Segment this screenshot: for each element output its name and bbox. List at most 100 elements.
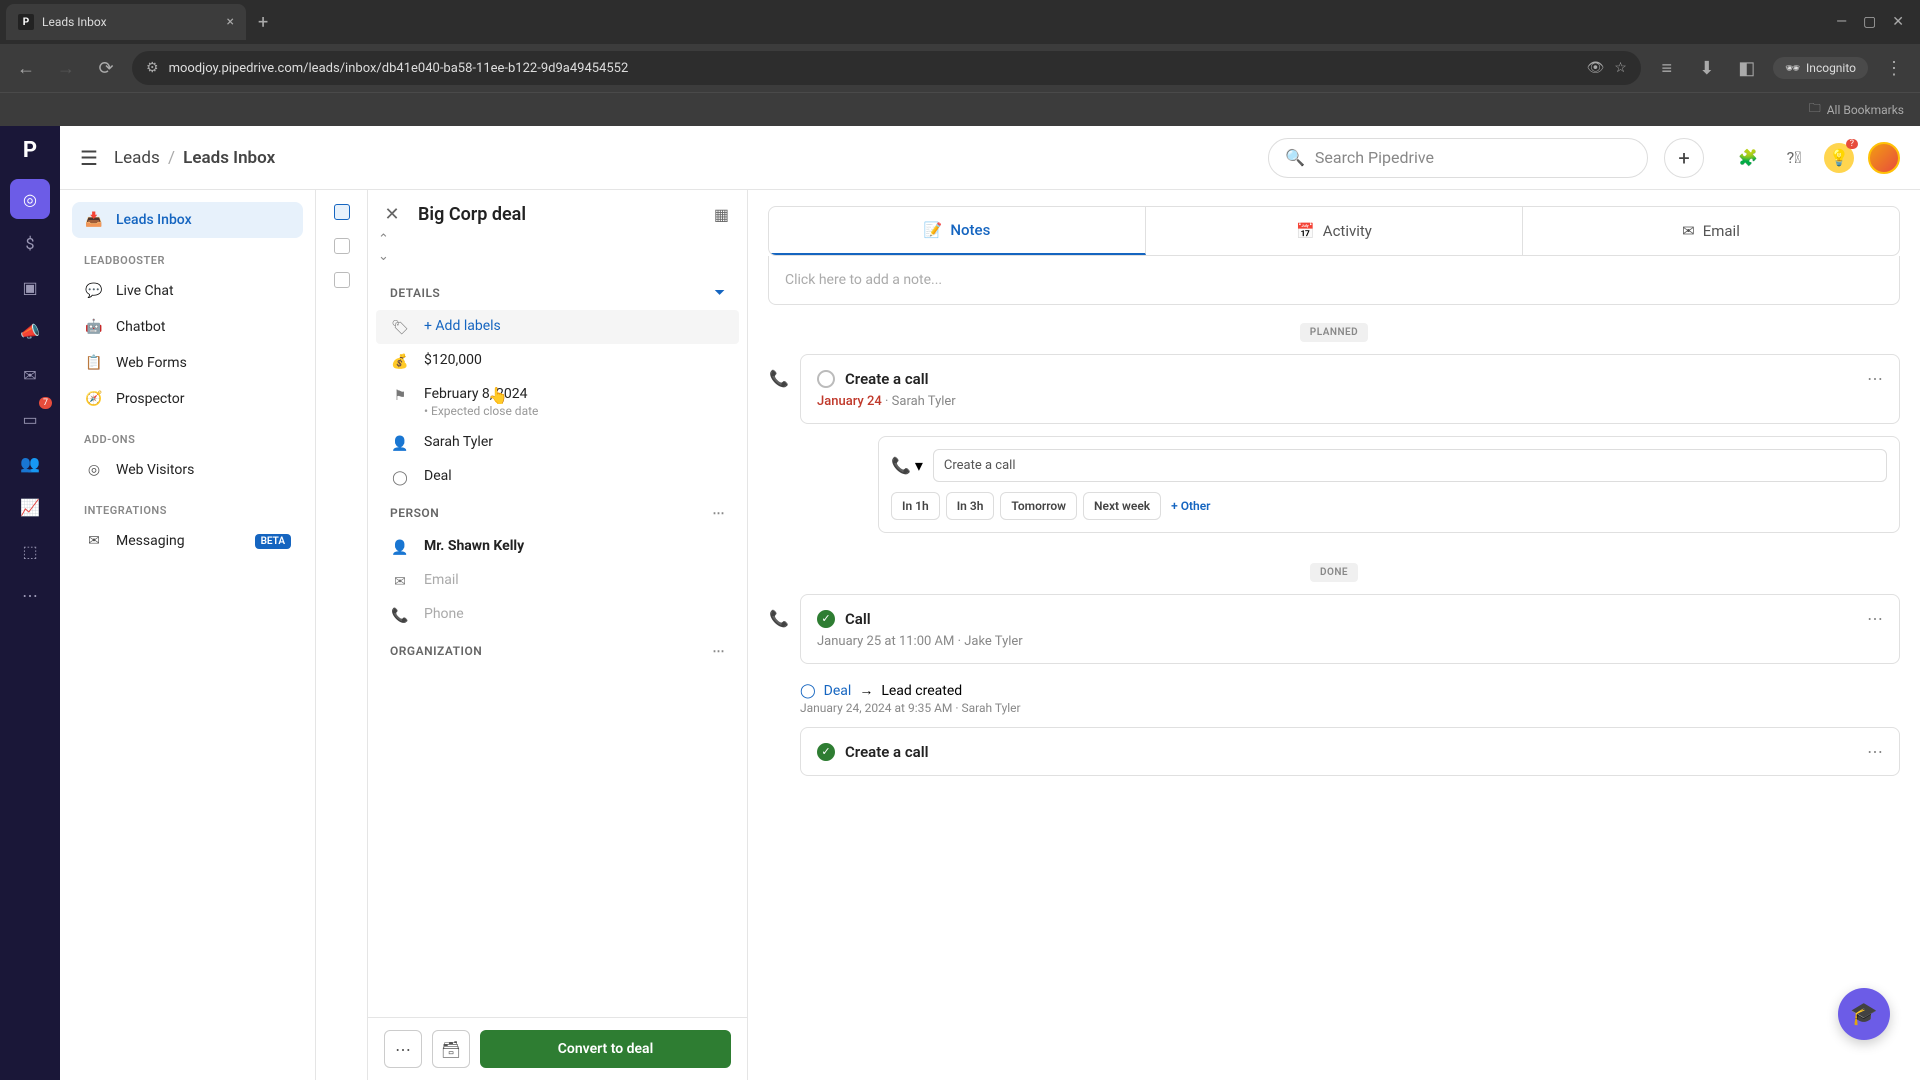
minimize-icon[interactable]: — <box>1836 14 1847 30</box>
grid-view-icon[interactable]: ▦ <box>714 205 729 224</box>
breadcrumb-current: Leads Inbox <box>183 148 275 168</box>
section-menu-icon[interactable]: ⋯ <box>713 644 726 658</box>
rail-campaigns-icon[interactable]: 📣 <box>10 311 50 351</box>
close-window-icon[interactable]: ✕ <box>1892 14 1904 30</box>
done-activity-card-2[interactable]: ✓ Create a call ⋯ <box>800 727 1900 776</box>
rail-activity-icon[interactable]: ▭7 <box>10 399 50 439</box>
sidebar-item-inbox[interactable]: 📥 Leads Inbox <box>72 202 303 238</box>
activity-menu-icon[interactable]: ⋯ <box>1867 609 1883 628</box>
sidepanel-icon[interactable]: ◧ <box>1733 58 1761 79</box>
done-activity-card[interactable]: 📞 ✓ Call ⋯ January 25 at 11:00 AM · Jake… <box>800 594 1900 664</box>
rail-mail-icon[interactable]: ✉ <box>10 355 50 395</box>
activity-title: Call <box>845 610 871 628</box>
planned-activity-card[interactable]: 📞 Create a call ⋯ January 24 · Sarah Tyl… <box>800 354 1900 424</box>
logo-icon[interactable]: P <box>23 138 37 163</box>
completed-check-icon[interactable]: ✓ <box>817 743 835 761</box>
breadcrumb-root[interactable]: Leads <box>114 148 160 168</box>
reload-button[interactable]: ⟳ <box>92 58 120 79</box>
rail-products-icon[interactable]: ⬚ <box>10 531 50 571</box>
more-actions-button[interactable]: ⋯ <box>384 1030 422 1068</box>
search-placeholder: Search Pipedrive <box>1315 148 1434 167</box>
downloads-icon[interactable]: ⬇ <box>1693 58 1721 79</box>
close-icon[interactable]: ✕ <box>378 204 406 225</box>
playlist-icon[interactable]: ≡ <box>1653 58 1681 79</box>
note-input[interactable]: Click here to add a note... <box>768 256 1900 305</box>
phone-placeholder: Phone <box>424 606 464 622</box>
bookmarks-bar: 🗀 All Bookmarks <box>0 92 1920 126</box>
rail-leads-icon[interactable]: ◎ <box>10 179 50 219</box>
hide-extension-icon[interactable]: 👁 <box>1586 60 1604 76</box>
archive-button[interactable]: 🗃 <box>432 1030 470 1068</box>
deal-type-row[interactable]: ◯ Deal <box>368 460 747 494</box>
person-name-row[interactable]: 👤 Mr. Shawn Kelly <box>368 530 747 564</box>
sidebar-item-prospector[interactable]: 🧭Prospector <box>72 381 303 417</box>
person-phone-row[interactable]: 📞 Phone <box>368 598 747 632</box>
sidebar-item-webforms[interactable]: 📋Web Forms <box>72 345 303 381</box>
tips-icon[interactable]: 💡? <box>1824 143 1854 173</box>
tab-notes[interactable]: 📝Notes <box>769 207 1146 255</box>
completed-check-icon[interactable]: ✓ <box>817 610 835 628</box>
sidebar-item-messaging[interactable]: ✉MessagingBETA <box>72 523 303 559</box>
rail-more-icon[interactable]: ⋯ <box>10 575 50 615</box>
deal-value-row[interactable]: 💰 $120,000 <box>368 344 747 378</box>
all-bookmarks-link[interactable]: All Bookmarks <box>1827 103 1904 117</box>
convert-to-deal-button[interactable]: Convert to deal <box>480 1030 731 1068</box>
owner-name: Sarah Tyler <box>424 434 493 450</box>
list-checkbox[interactable] <box>334 238 350 254</box>
rail-insights-icon[interactable]: 📈 <box>10 487 50 527</box>
owner-row[interactable]: 👤 Sarah Tyler <box>368 426 747 460</box>
search-input[interactable]: 🔍 Search Pipedrive <box>1268 138 1648 178</box>
close-tab-icon[interactable]: × <box>227 14 234 30</box>
extensions-icon[interactable]: 🧩 <box>1732 142 1764 174</box>
add-labels-row[interactable]: 🏷 + Add labels <box>376 310 739 344</box>
deal-title: Big Corp deal <box>418 204 706 225</box>
add-button[interactable]: + <box>1664 138 1704 178</box>
quick-3h-button[interactable]: In 3h <box>946 492 995 520</box>
activity-menu-icon[interactable]: ⋯ <box>1867 369 1883 388</box>
form-icon: 📋 <box>84 355 104 371</box>
sidebar-item-chatbot[interactable]: 🤖Chatbot <box>72 309 303 345</box>
quick-activity-input[interactable] <box>933 449 1887 482</box>
maximize-icon[interactable]: ▢ <box>1863 14 1876 30</box>
quick-schedule-widget: 📞 ▾ In 1h In 3h Tomorrow Next week + Oth… <box>878 436 1900 533</box>
site-settings-icon[interactable]: ⚙ <box>146 60 159 76</box>
browser-menu-icon[interactable]: ⋮ <box>1880 58 1908 79</box>
rail-contacts-icon[interactable]: 👥 <box>10 443 50 483</box>
menu-toggle-icon[interactable]: ☰ <box>80 146 98 170</box>
deal-link[interactable]: Deal <box>824 683 852 699</box>
prev-lead-icon[interactable]: ⌃ <box>376 231 747 248</box>
quick-tomorrow-button[interactable]: Tomorrow <box>1000 492 1077 520</box>
next-lead-icon[interactable]: ⌄ <box>376 248 747 265</box>
url-bar[interactable]: ⚙ moodjoy.pipedrive.com/leads/inbox/db41… <box>132 51 1641 85</box>
avatar[interactable] <box>1868 142 1900 174</box>
complete-checkbox[interactable] <box>817 370 835 388</box>
section-menu-icon[interactable]: ⋯ <box>713 506 726 520</box>
back-button[interactable]: ← <box>12 58 40 79</box>
tab-activity[interactable]: 📅Activity <box>1146 207 1523 255</box>
lead-detail-panel: ✕ Big Corp deal ▦ ⌃ ⌄ DETAILS ⏷ 🏷 + Add … <box>368 190 748 1080</box>
add-labels-link[interactable]: + Add labels <box>424 318 501 334</box>
activity-menu-icon[interactable]: ⋯ <box>1867 742 1883 761</box>
quick-1h-button[interactable]: In 1h <box>891 492 940 520</box>
sidebar-item-webvisitors[interactable]: ◎Web Visitors <box>72 452 303 488</box>
close-date-row[interactable]: ⚑ February 8, 2024 Expected close date <box>368 378 747 426</box>
help-fab[interactable]: 🎓 <box>1838 988 1890 1040</box>
browser-tab[interactable]: P Leads Inbox × <box>6 4 246 40</box>
new-tab-button[interactable]: + <box>258 12 268 33</box>
bookmark-star-icon[interactable]: ☆ <box>1614 60 1627 76</box>
quick-nextweek-button[interactable]: Next week <box>1083 492 1161 520</box>
person-email-row[interactable]: ✉ Email <box>368 564 747 598</box>
rail-projects-icon[interactable]: ▣ <box>10 267 50 307</box>
quick-other-link[interactable]: + Other <box>1171 499 1210 513</box>
rail-deals-icon[interactable]: $ <box>10 223 50 263</box>
incognito-badge[interactable]: 🕶 Incognito <box>1773 57 1868 79</box>
tab-email[interactable]: ✉Email <box>1523 207 1899 255</box>
help-icon[interactable]: ?⃝ <box>1778 142 1810 174</box>
beta-badge: BETA <box>255 534 291 549</box>
filter-icon[interactable]: ⏷ <box>715 285 725 300</box>
call-dropdown-icon[interactable]: 📞 ▾ <box>891 456 923 475</box>
sidebar-item-livechat[interactable]: 💬Live Chat <box>72 273 303 309</box>
list-checkbox[interactable] <box>334 272 350 288</box>
list-checkbox[interactable] <box>334 204 350 220</box>
activity-meta: January 25 at 11:00 AM · Jake Tyler <box>817 634 1883 649</box>
